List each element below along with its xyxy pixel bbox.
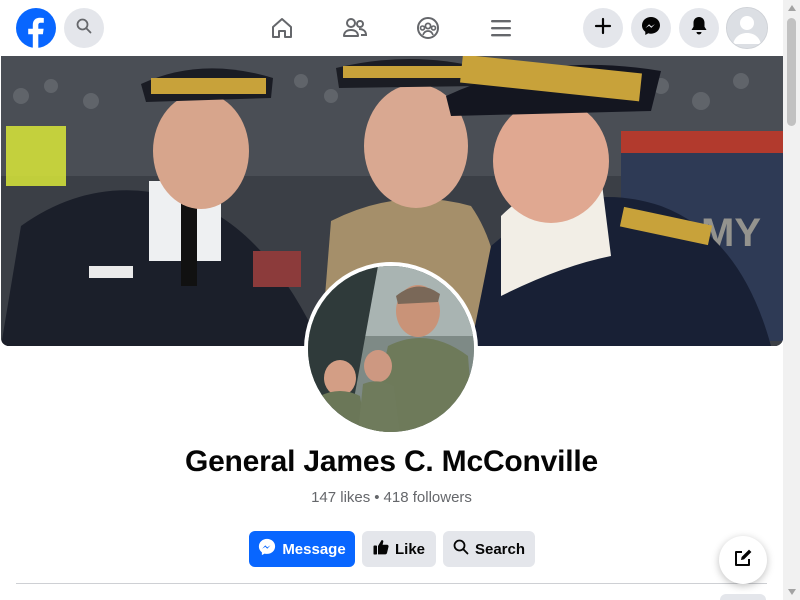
tab-peek: [720, 594, 766, 600]
message-button-label: Message: [282, 540, 346, 558]
profile-picture[interactable]: [304, 262, 478, 436]
new-message-button[interactable]: [719, 536, 767, 584]
friends-icon[interactable]: [339, 12, 371, 44]
page-title: General James C. McConville: [184, 445, 599, 478]
account-avatar[interactable]: [726, 7, 768, 49]
like-button[interactable]: Like: [362, 531, 436, 567]
plus-icon: [594, 17, 612, 40]
messenger-icon: [258, 538, 276, 560]
search-icon: [76, 18, 92, 39]
messenger-icon: [641, 16, 661, 41]
search-icon: [453, 539, 469, 559]
likes-count[interactable]: 147 likes: [311, 489, 370, 506]
like-button-label: Like: [395, 540, 426, 558]
page-search-button[interactable]: Search: [443, 531, 535, 567]
stats-separator: •: [374, 489, 380, 506]
search-button[interactable]: [64, 8, 104, 48]
scroll-down-arrow-icon[interactable]: [783, 584, 800, 600]
groups-icon[interactable]: [412, 12, 444, 44]
compose-icon: [733, 548, 753, 573]
top-navigation-bar: [0, 0, 783, 56]
menu-icon[interactable]: [485, 12, 517, 44]
page-scrollbar[interactable]: [783, 0, 800, 600]
section-divider: [16, 583, 767, 584]
home-icon[interactable]: [266, 12, 298, 44]
facebook-logo-icon[interactable]: [16, 8, 56, 48]
search-button-label: Search: [474, 540, 526, 558]
create-button[interactable]: [583, 8, 623, 48]
bell-icon: [690, 16, 708, 41]
followers-count[interactable]: 418 followers: [384, 489, 472, 506]
scroll-up-arrow-icon[interactable]: [783, 0, 800, 16]
scrollbar-thumb[interactable]: [787, 18, 796, 126]
profile-photo: [308, 266, 474, 432]
page-stats: 147 likes • 418 followers: [0, 489, 783, 506]
thumbs-up-icon: [373, 539, 389, 559]
notifications-button[interactable]: [679, 8, 719, 48]
messenger-button[interactable]: [631, 8, 671, 48]
message-button[interactable]: Message: [249, 531, 355, 567]
